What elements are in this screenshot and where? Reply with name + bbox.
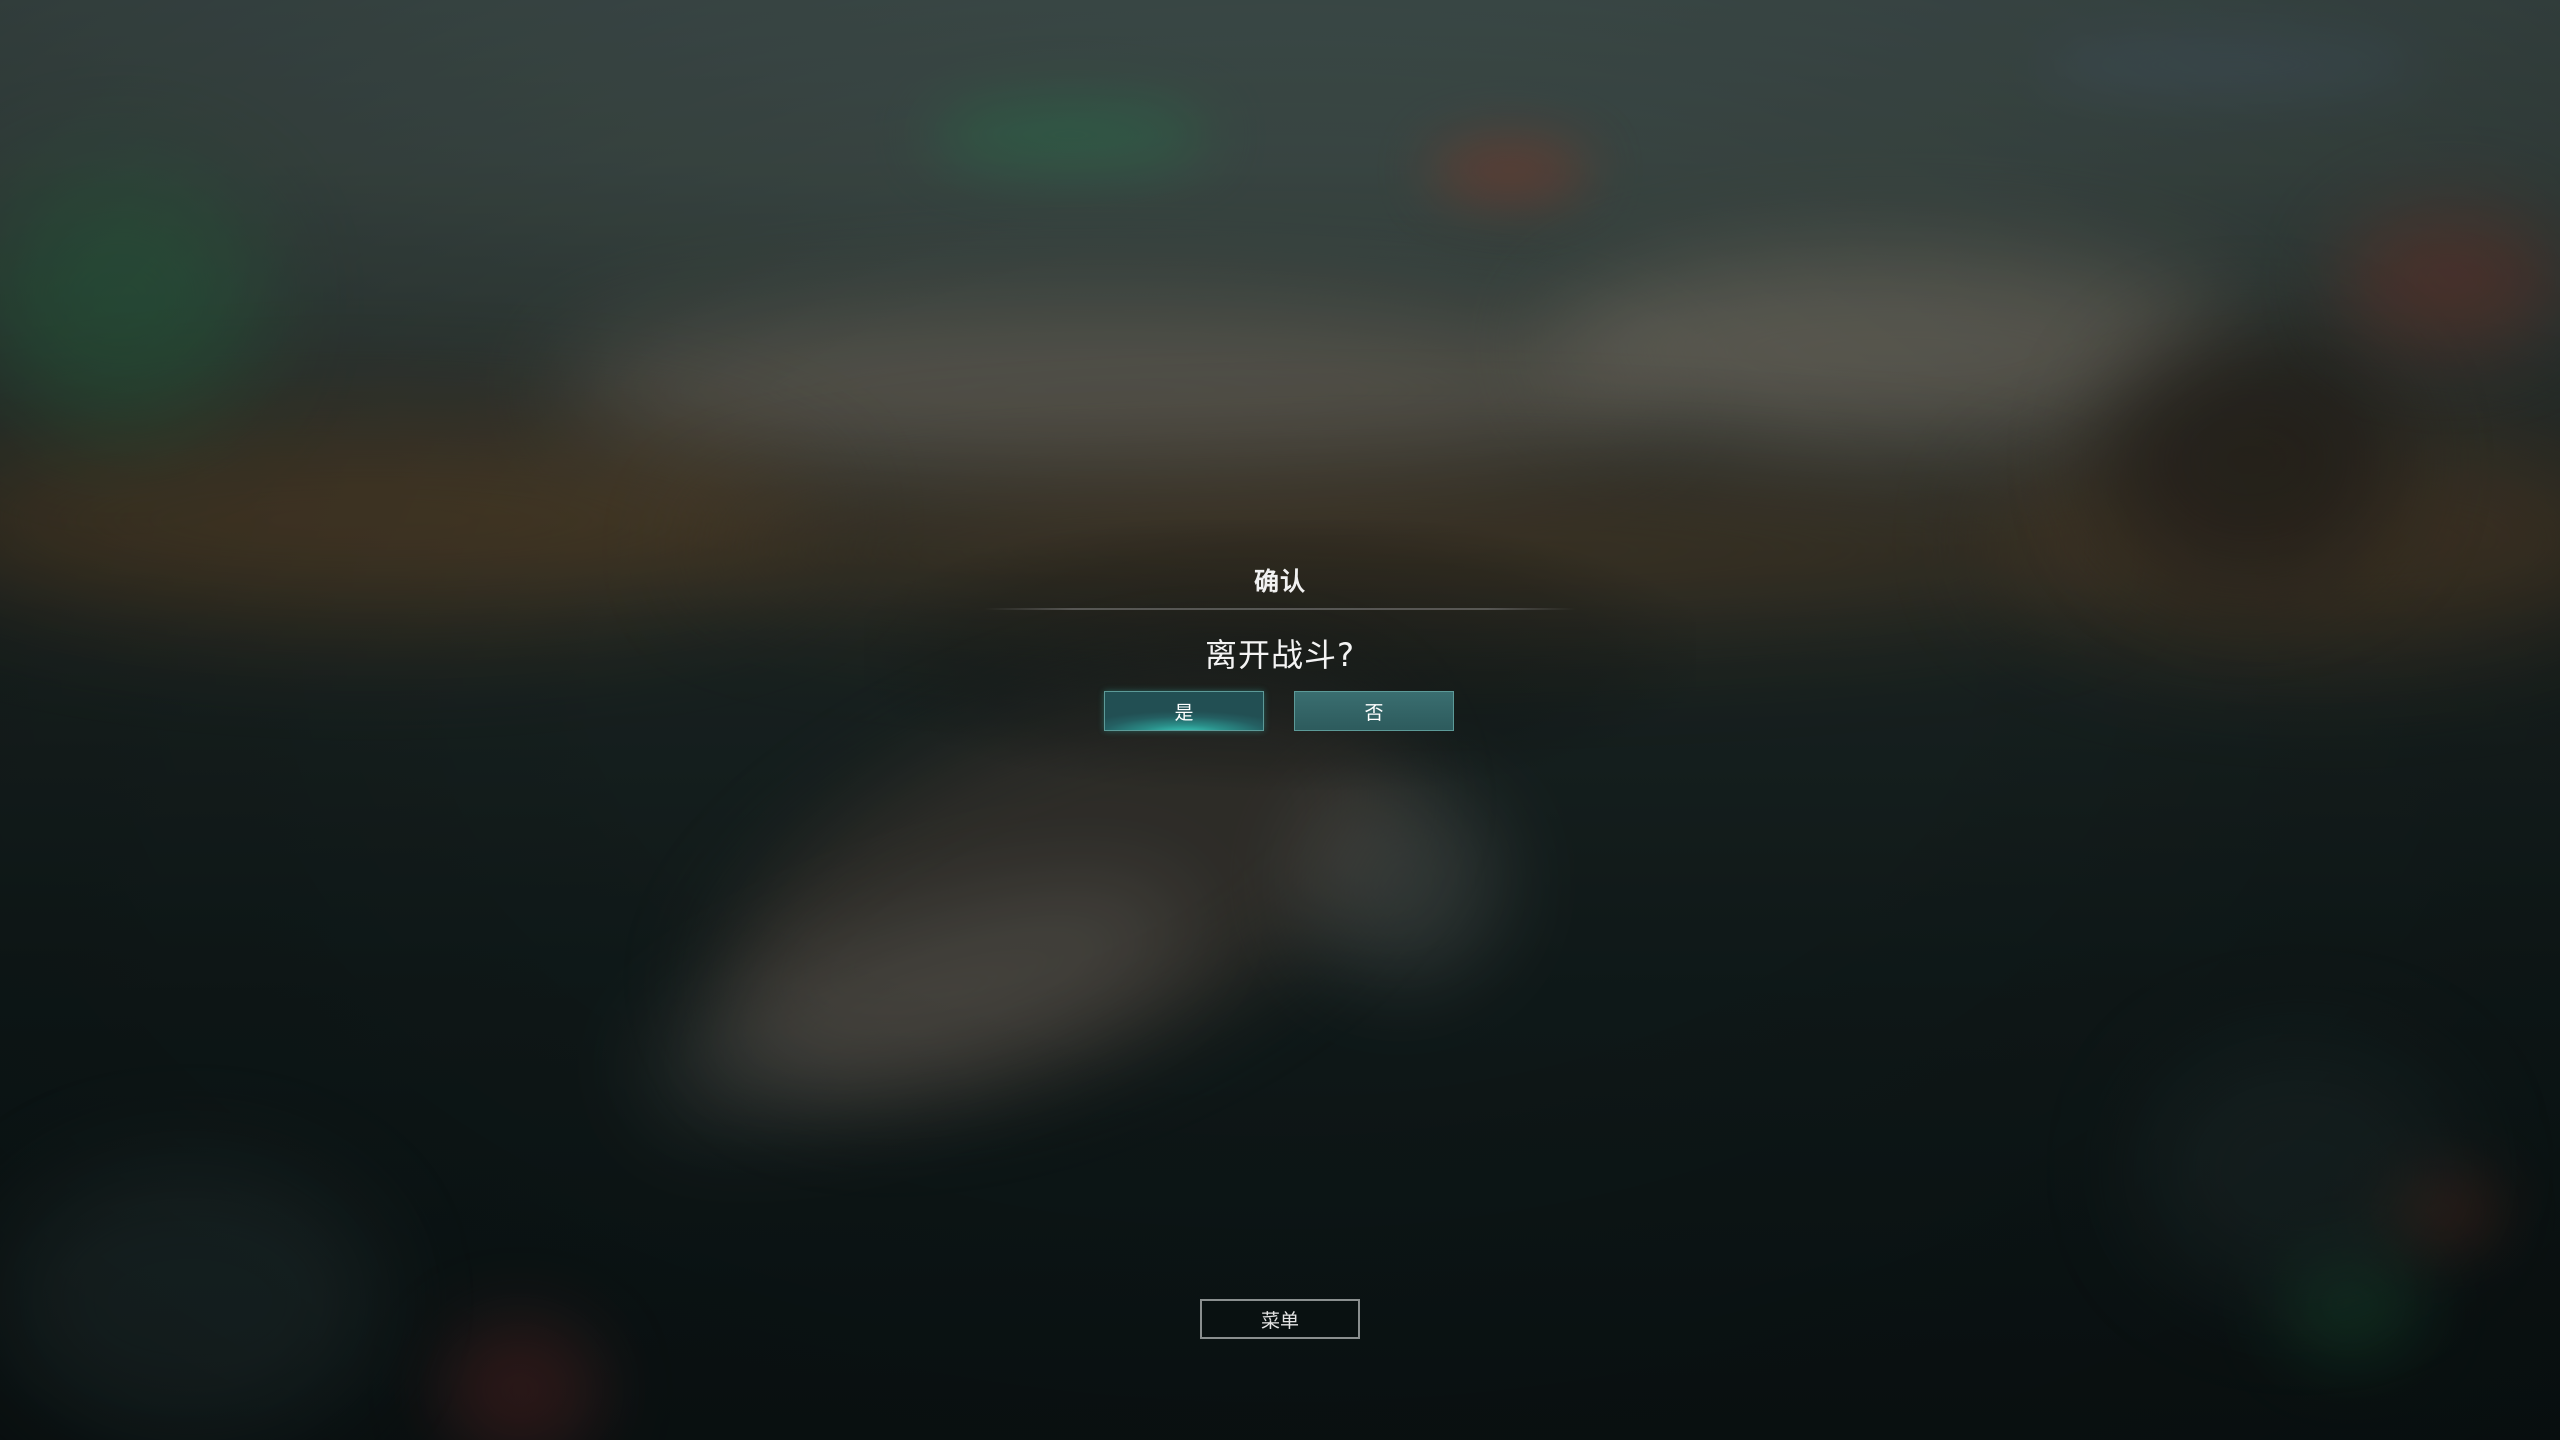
- yes-button[interactable]: 是: [1104, 691, 1264, 731]
- no-button[interactable]: 否: [1294, 691, 1454, 731]
- yes-button-label: 是: [1174, 701, 1194, 724]
- confirm-dialog: 确认 离开战斗? 是 否: [864, 520, 1696, 790]
- menu-button[interactable]: 菜单: [1200, 1299, 1360, 1339]
- dialog-title: 确认: [1253, 567, 1306, 596]
- dialog-message: 离开战斗?: [1205, 636, 1355, 674]
- no-button-label: 否: [1364, 701, 1384, 724]
- menu-button-label: 菜单: [1260, 1309, 1299, 1332]
- dialog-divider: [984, 608, 1576, 610]
